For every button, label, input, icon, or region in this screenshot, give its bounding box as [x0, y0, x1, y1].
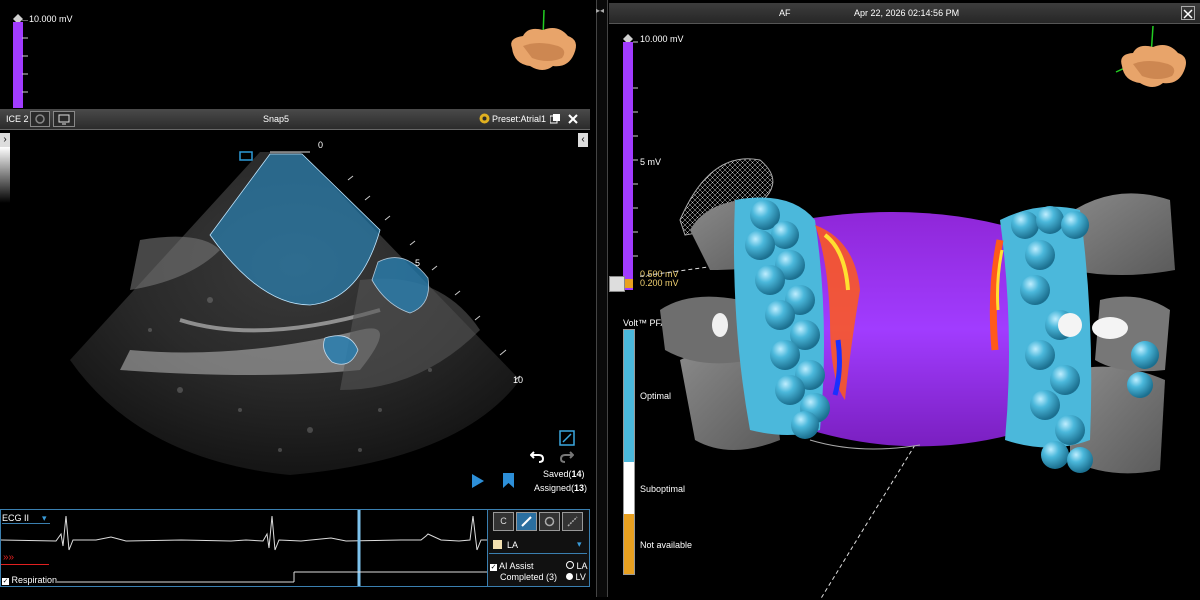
tool-brush-button[interactable]	[516, 512, 537, 531]
play-icon[interactable]	[472, 474, 484, 488]
voltage-scale-ticks	[22, 20, 28, 93]
ice-title: ICE 2	[6, 114, 29, 124]
left-panel: 10.000 mV ICE 2 Snap5 Preset:Atrial1 › ‹	[0, 0, 592, 597]
eraser-icon	[544, 516, 555, 527]
rhythm-label: AF	[779, 8, 791, 18]
datetime-label: Apr 22, 2026 02:14:56 PM	[854, 8, 960, 18]
depth-mark-10: 10	[513, 375, 524, 385]
chevron-down-icon: ▾	[577, 539, 582, 549]
copy-icon[interactable]	[550, 114, 560, 124]
gray-level-strip	[0, 147, 10, 203]
ultrasound-image	[70, 151, 521, 475]
scale-pointer-icon[interactable]	[609, 276, 625, 292]
ice-panel-header: ICE 2 Snap5 Preset:Atrial1	[0, 109, 590, 130]
legend-optimal-swatch	[624, 330, 634, 462]
ecg-waveform	[1, 510, 488, 586]
undo-icon[interactable]	[530, 449, 544, 463]
map-panel-header: AF Apr 22, 2026 02:14:56 PM	[609, 3, 1200, 24]
depth-mark-0: 0	[318, 140, 324, 150]
gear-icon	[35, 114, 45, 124]
bookmark-icon[interactable]	[503, 473, 514, 488]
preset-gear-icon[interactable]	[478, 112, 491, 125]
orientation-heart-icon[interactable]	[498, 8, 584, 78]
measure-icon	[567, 516, 578, 527]
tool-erase-button[interactable]	[539, 512, 560, 531]
redo-icon[interactable]	[560, 449, 574, 463]
brush-icon	[521, 516, 532, 527]
legend-bar	[623, 329, 635, 575]
legend-na-swatch	[624, 514, 634, 574]
collapse-right-button[interactable]: ‹	[578, 133, 588, 147]
ice-display-button[interactable]	[53, 111, 75, 127]
map-scale-max: 10.000 mV	[640, 34, 684, 44]
close-icon	[1183, 9, 1193, 19]
ai-assist-toggle[interactable]: ✓ AI Assist	[490, 561, 534, 571]
radio-lv-circle[interactable]	[566, 573, 573, 580]
collapse-left-button[interactable]: ›	[0, 133, 10, 147]
radio-lv[interactable]: LV	[566, 572, 586, 582]
preset-label[interactable]: Preset:Atrial1	[492, 114, 546, 124]
ai-completed-label: Completed (3)	[500, 572, 558, 582]
map-voltage-bar	[623, 42, 633, 290]
red-marker-line	[1, 564, 49, 565]
structure-selector[interactable]: LA ▾	[489, 537, 587, 554]
expand-icon[interactable]	[559, 430, 575, 446]
structure-label: LA	[507, 540, 519, 550]
tool-measure-button[interactable]	[562, 512, 583, 531]
saved-count: 14	[571, 469, 582, 479]
ai-assist-checkbox[interactable]: ✓	[490, 564, 497, 571]
map-orientation-heart-icon[interactable]	[1106, 22, 1192, 94]
map-scale-handle-icon[interactable]	[623, 31, 633, 44]
la-voltage-map[interactable]	[640, 140, 1200, 600]
structure-color-swatch	[493, 540, 502, 549]
ecg-strip: ECG II ▾ »» ✓ Respiration	[0, 509, 489, 587]
radio-la[interactable]: LA	[566, 561, 588, 571]
assigned-count: 13	[574, 483, 585, 493]
pace-marker-icon: »»	[3, 552, 15, 563]
ice-settings-button[interactable]	[30, 111, 50, 127]
legend-suboptimal-swatch	[624, 462, 634, 514]
saved-status: Saved(14)	[543, 469, 585, 479]
divider-arrow-icon[interactable]: ▸◂	[596, 6, 606, 15]
tool-c-button[interactable]: C	[493, 512, 514, 531]
map-close-button[interactable]	[1181, 6, 1195, 20]
assigned-status: Assigned(13)	[534, 483, 588, 493]
monitor-icon	[58, 114, 70, 125]
radio-la-circle[interactable]	[566, 561, 574, 569]
respiration-checkbox[interactable]: ✓	[2, 578, 9, 585]
voltage-scale-max-label: 10.000 mV	[29, 14, 73, 24]
close-icon[interactable]	[568, 114, 578, 124]
respiration-toggle[interactable]: ✓ Respiration	[2, 575, 57, 585]
depth-mark-5: 5	[415, 258, 421, 268]
panel-divider[interactable]	[596, 0, 608, 597]
snapshot-name: Snap5	[263, 114, 290, 124]
